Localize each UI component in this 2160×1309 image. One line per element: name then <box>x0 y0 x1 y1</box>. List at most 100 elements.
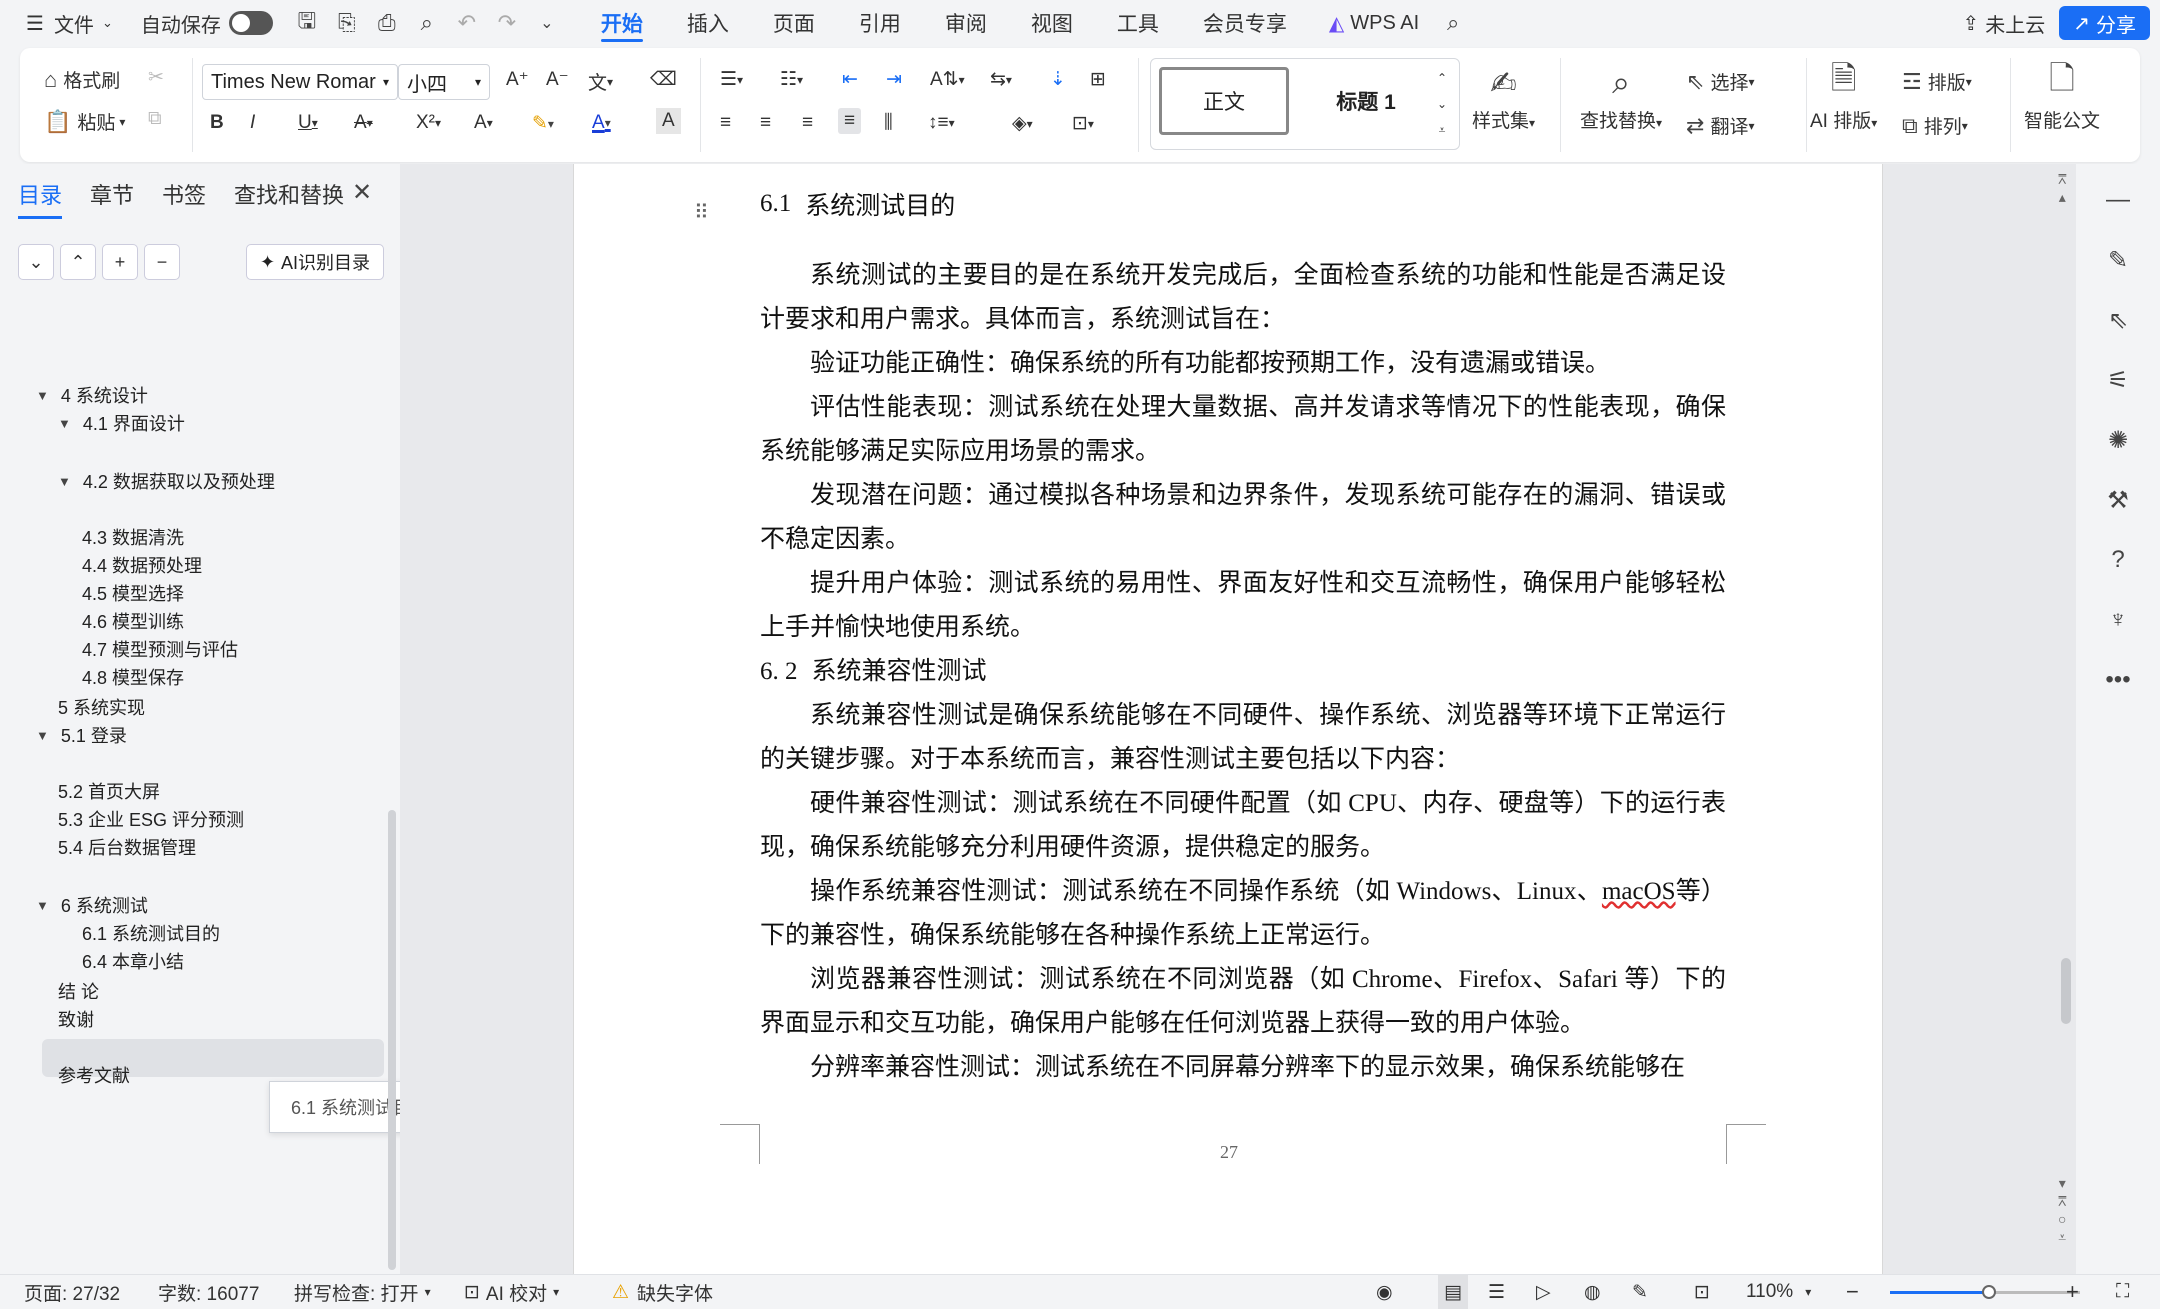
align-right-icon[interactable]: ≡ <box>802 112 813 134</box>
shrink-font-icon[interactable]: A⁻ <box>546 68 569 91</box>
bold-icon[interactable]: B <box>210 112 224 134</box>
convert-icon[interactable]: ⇆ ▾ <box>990 68 1012 91</box>
export-pdf-icon[interactable]: ⎘ <box>327 3 367 43</box>
text-direction-icon[interactable]: A⇅ ▾ <box>930 68 965 91</box>
style-normal[interactable]: 正文 <box>1159 67 1289 135</box>
help-icon[interactable]: ? <box>2096 538 2140 582</box>
find-replace-button[interactable]: ⌕ 查找替换▾ <box>1580 60 1662 133</box>
toc-item[interactable]: ▼ 5.1 登录 <box>36 718 127 752</box>
underline-icon[interactable]: U ▾ <box>298 112 318 134</box>
missing-font-button[interactable]: ⚠ 缺失字体 <box>612 1275 713 1309</box>
cloud-status[interactable]: ⇪ 未上云 <box>1948 0 2059 46</box>
show-marks-icon[interactable]: ⊞ <box>1090 68 1106 91</box>
translate-button[interactable]: ⇄ 翻译 ▾ <box>1686 112 1754 139</box>
font-name-select[interactable]: Times New Romar ▾ <box>202 64 398 100</box>
toc-item[interactable]: 5.4 后台数据管理 <box>58 830 196 864</box>
tab-3[interactable]: 引用 <box>837 0 923 46</box>
fullscreen-icon[interactable]: ⛶ <box>2116 1275 2129 1309</box>
style-scroll[interactable]: ⌃ ⌄ ⩡ <box>1437 65 1447 143</box>
ai-check-button[interactable]: ⊡ AI 校对 ▾ <box>464 1275 559 1309</box>
font-size-select[interactable]: 小四 ▾ <box>398 64 490 100</box>
italic-icon[interactable]: I <box>250 112 255 134</box>
outline-view-icon[interactable]: ☰ <box>1488 1275 1505 1309</box>
tab-6[interactable]: 工具 <box>1095 0 1181 46</box>
redo-icon[interactable]: ↷ <box>487 3 527 43</box>
more-chevron-icon[interactable]: ⌄ <box>527 3 567 43</box>
style-heading-1[interactable]: 标题 1 <box>1301 67 1431 135</box>
char-shading-icon[interactable]: A <box>656 108 681 134</box>
expand-triangle-icon[interactable]: ▼ <box>36 388 49 403</box>
collapse-all-icon[interactable]: ⌄ <box>18 244 54 280</box>
font-color-icon[interactable]: A ▾ <box>592 112 611 134</box>
borders-icon[interactable]: ⊡ ▾ <box>1072 112 1094 135</box>
print-icon[interactable]: ⎙ <box>367 3 407 43</box>
phonetic-guide-icon[interactable]: 文 ▾ <box>588 68 613 95</box>
document-page[interactable]: ⠿ 6.1 系统测试目的 系统测试的主要目的是在系统开发完成后，全面检查系统的功能… <box>573 164 1883 1274</box>
search-icon[interactable]: ⌕ <box>1433 3 1473 43</box>
cut-icon[interactable]: ✂ <box>148 66 164 89</box>
tab-2[interactable]: 页面 <box>751 0 837 46</box>
distributed-icon[interactable]: ⫼ <box>884 112 893 134</box>
align-left-icon[interactable]: ≡ <box>720 112 731 134</box>
strikethrough-icon[interactable]: A ▾ <box>354 112 373 134</box>
toc-item[interactable]: ▼ 4.2 数据获取以及预处理 <box>58 464 275 498</box>
pen-icon[interactable]: ✎ <box>2096 238 2140 282</box>
zoom-in-icon[interactable]: + <box>2066 1275 2079 1309</box>
toc-item[interactable]: 6.4 本章小结 <box>82 944 184 978</box>
superscript-icon[interactable]: X² ▾ <box>416 112 441 134</box>
toc-item[interactable]: 4.8 模型保存 <box>82 660 184 694</box>
numbered-list-icon[interactable]: ☷ ▾ <box>780 68 803 91</box>
autosave-toggle[interactable]: 自动保存 <box>127 0 287 46</box>
smart-doc-button[interactable]: 🗋 智能公文 <box>2024 60 2100 133</box>
zoom-slider[interactable] <box>1890 1285 2080 1299</box>
style-set-button[interactable]: ✍ 样式集▾ <box>1472 60 1535 133</box>
paste-button[interactable]: 📋 粘贴 ▾ <box>44 108 125 135</box>
ai-layout-button[interactable]: 🗎 AI 排版▾ <box>1810 60 1877 133</box>
select-tool-icon[interactable]: ⇖ <box>2096 298 2140 342</box>
panel-tab-0[interactable]: 目录 <box>18 178 63 219</box>
zoom-slider-knob[interactable] <box>1981 1285 1996 1299</box>
expand-triangle-icon[interactable]: ▼ <box>36 898 49 913</box>
word-count[interactable]: 字数: 16077 <box>158 1275 259 1309</box>
adjust-icon[interactable]: ⚟ <box>2096 358 2140 402</box>
bullet-list-icon[interactable]: ☰ ▾ <box>720 68 743 91</box>
fit-page-icon[interactable]: ⊡ <box>1694 1275 1710 1309</box>
arrange-button[interactable]: ⧉ 排列 ▾ <box>1902 112 1968 139</box>
ai-toc-button[interactable]: ✦ AI识别目录 <box>246 244 384 280</box>
document-scrollbar[interactable] <box>2061 958 2071 1024</box>
toggle-switch[interactable] <box>228 11 273 35</box>
highlight-icon[interactable]: ✎ ▾ <box>532 112 554 135</box>
sort-icon[interactable]: ⇣ <box>1050 68 1066 91</box>
tab-4[interactable]: 审阅 <box>923 0 1009 46</box>
scroll-bottom-controls[interactable]: ▾ ⩞ ○ ⩡ <box>2058 1174 2067 1246</box>
more-icon[interactable]: ••• <box>2096 658 2140 702</box>
toc-item[interactable]: 致谢 <box>58 1002 94 1036</box>
expand-triangle-icon[interactable]: ▼ <box>58 474 71 489</box>
write-mode-icon[interactable]: ✎ <box>1632 1275 1648 1309</box>
page-indicator[interactable]: 页面: 27/32 <box>24 1275 120 1309</box>
save-icon[interactable]: 🖫 <box>287 3 327 43</box>
tab-5[interactable]: 视图 <box>1009 0 1095 46</box>
line-spacing-icon[interactable]: ↕≡ ▾ <box>928 112 955 134</box>
zoom-select[interactable]: 110% ▾ <box>1746 1275 1811 1309</box>
tab-1[interactable]: 插入 <box>665 0 751 46</box>
skin-icon[interactable]: ♆ <box>2096 598 2140 642</box>
read-mode-icon[interactable]: ▷ <box>1536 1275 1551 1309</box>
panel-tab-3[interactable]: 查找和替换 <box>234 178 344 219</box>
wps-ai-button[interactable]: ◭ WPS AI <box>1315 0 1433 46</box>
eye-protection-icon[interactable]: ◉ <box>1376 1275 1393 1309</box>
clear-format-icon[interactable]: ⌫ <box>650 68 677 91</box>
tab-7[interactable]: 会员专享 <box>1181 0 1309 46</box>
decrease-indent-icon[interactable]: ⇤ <box>842 68 858 91</box>
copy-icon[interactable]: ⧉ <box>148 108 162 130</box>
expand-triangle-icon[interactable]: ▼ <box>58 416 71 431</box>
close-icon[interactable]: ✕ <box>352 178 372 207</box>
typeset-button[interactable]: ☲ 排版 ▾ <box>1902 68 1972 95</box>
share-button[interactable]: ↗ 分享 <box>2059 6 2150 40</box>
spell-check-button[interactable]: 拼写检查: 打开 ▾ <box>294 1275 431 1309</box>
web-view-icon[interactable]: ◍ <box>1584 1275 1601 1309</box>
undo-icon[interactable]: ↶ <box>447 3 487 43</box>
spelling-error[interactable]: macOS <box>1602 878 1676 905</box>
panel-tab-2[interactable]: 书签 <box>162 178 206 219</box>
panel-tab-1[interactable]: 章节 <box>90 178 134 219</box>
